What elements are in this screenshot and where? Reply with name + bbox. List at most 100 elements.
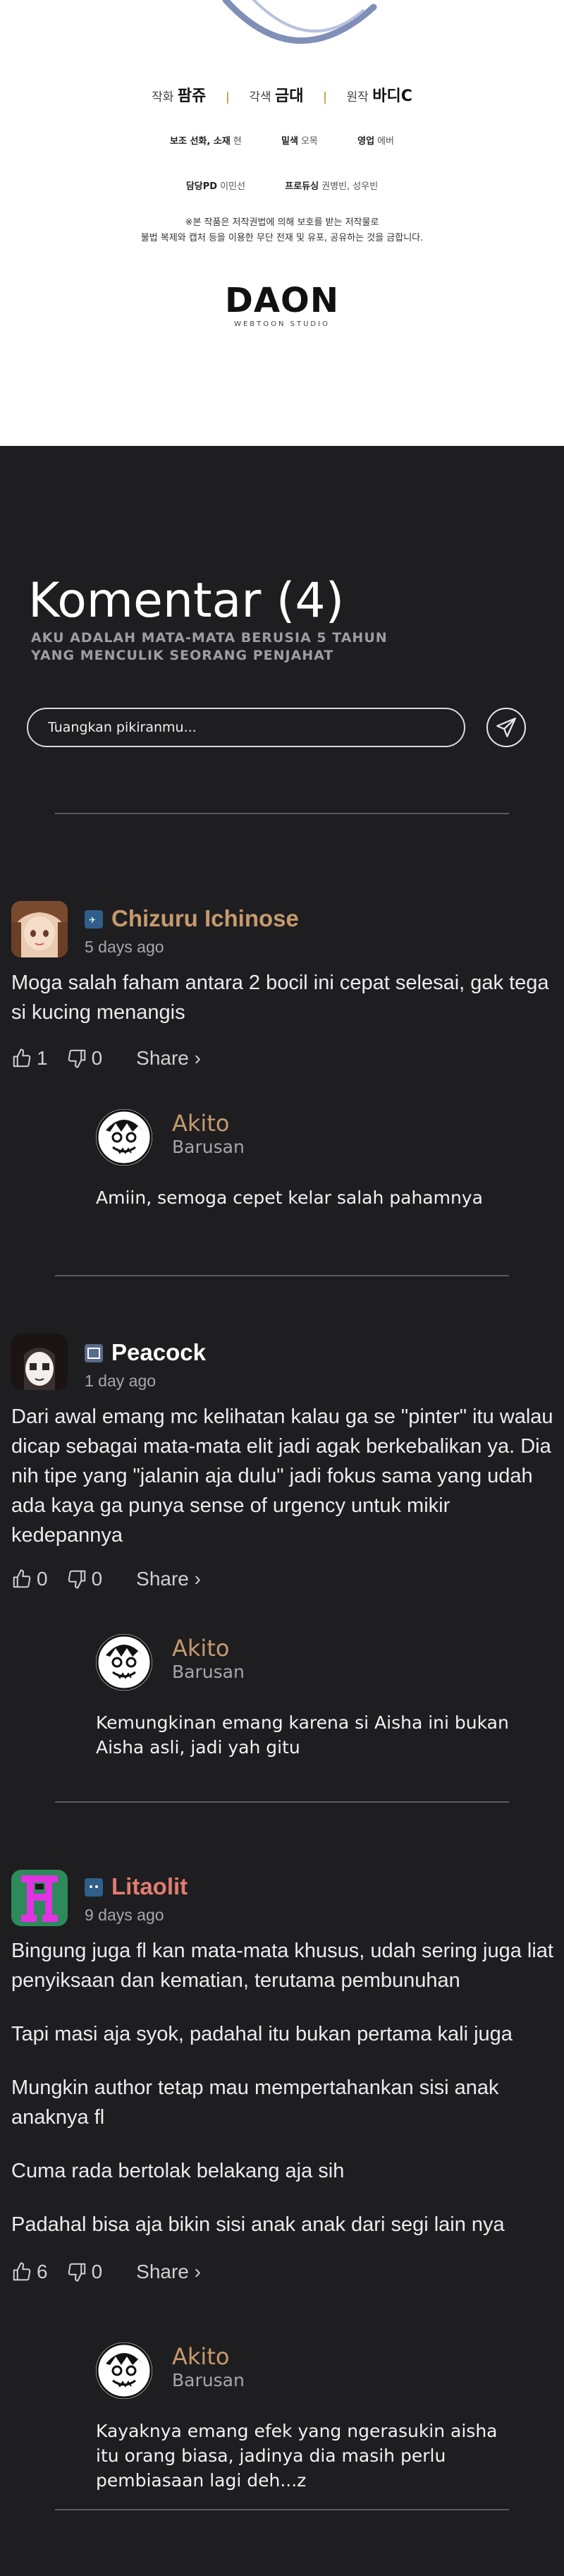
like-count: 6 (37, 2261, 48, 2282)
share-button[interactable]: Share › (136, 1047, 201, 1070)
copyright-notice: ※본 작품은 저작권법에 의해 보호를 받는 저작물로 불법 복제와 캡처 등을… (0, 215, 564, 246)
credits-sub-line-2: 담당PD 이민선 프로듀싱 권병빈, 성우빈 (0, 179, 564, 192)
comment-paragraph: Mungkin author tetap mau mempertahankan … (11, 2076, 499, 2129)
reply-username[interactable]: Akito (172, 2343, 229, 2370)
ink-role: 밑색 (281, 136, 298, 147)
original-name: 바디C (372, 87, 412, 105)
paper-plane-icon (496, 718, 516, 737)
adapt-name: 금대 (275, 87, 304, 105)
comment-paragraph: Tapi masi aja syok, padahal itu bukan pe… (11, 2023, 513, 2045)
like-button[interactable]: 1 (11, 1047, 48, 1070)
assist-role: 보조 선화, 소재 (170, 136, 231, 147)
sales-role: 영업 (357, 136, 375, 147)
comment-timestamp: 5 days ago (85, 938, 164, 956)
comment-username[interactable]: Litaolit (111, 1873, 188, 1900)
thumbs-down-icon (68, 1570, 85, 1589)
dislike-count: 0 (91, 1047, 103, 1069)
studio-logo: DAON WEBTOON STUDIO (0, 282, 564, 328)
comment-timestamp: 1 day ago (85, 1372, 157, 1390)
thumbs-up-icon (13, 2262, 31, 2281)
comment-username[interactable]: Chizuru Ichinose (111, 905, 299, 932)
like-button[interactable]: 0 (11, 1568, 48, 1590)
reply-avatar[interactable] (96, 1634, 152, 1691)
share-button[interactable]: Share › (136, 1568, 201, 1590)
thumbs-up-icon (13, 1569, 31, 1588)
credits-sub-line-1: 보조 선화, 소재 현 밑색 오목 영업 에버 (0, 133, 564, 147)
comment-paragraph: Cuma rada bertolak belakang aja sih (11, 2160, 345, 2182)
comment-paragraph: Bingung juga fl kan mata-mata khusus, ud… (11, 1940, 553, 1992)
reply-avatar[interactable] (96, 1109, 152, 1166)
reply-timestamp: Barusan (172, 2370, 245, 2390)
notice-line-1: ※본 작품은 저작권법에 의해 보호를 받는 저작물로 (185, 217, 379, 228)
adapt-role: 각색 (249, 90, 271, 104)
reply-text: Kemungkinan emang karena si Aisha ini bu… (96, 1712, 509, 1758)
anime-girl-avatar-icon (11, 901, 68, 957)
like-button[interactable]: 6 (11, 2261, 48, 2283)
avatar[interactable] (11, 901, 68, 957)
send-comment-button[interactable] (486, 708, 526, 747)
reply-avatar[interactable] (96, 2342, 152, 2399)
divider (55, 1801, 509, 1803)
like-count: 1 (37, 1047, 48, 1069)
masked-face-avatar-icon (96, 1634, 152, 1691)
svg-text:✈: ✈ (89, 915, 96, 925)
comment-username[interactable]: Peacock (111, 1339, 206, 1366)
pixel-art-avatar-icon (11, 1870, 68, 1926)
comment-actions: 0 0 Share › (11, 1565, 201, 1593)
producing-name: 권병빈, 성우빈 (321, 181, 379, 192)
reply-username[interactable]: Akito (172, 1110, 229, 1137)
sales-name: 에버 (377, 136, 394, 147)
studio-logo-subtitle: WEBTOON STUDIO (234, 320, 330, 328)
dislike-count: 0 (91, 2261, 103, 2282)
flag-icon: ✈ (85, 910, 103, 929)
reply-text: Amiin, semoga cepet kelar salah pahamnya (96, 1187, 483, 1208)
pd-name: 이민선 (220, 181, 245, 192)
notice-line-2: 불법 복제와 캡처 등을 이용한 무단 전재 및 유포, 공유하는 것을 금합니… (140, 233, 424, 243)
dislike-button[interactable]: 0 (66, 1047, 103, 1070)
share-button[interactable]: Share › (136, 2261, 201, 2283)
flag-icon (85, 1344, 103, 1362)
comment-text: Moga salah faham antara 2 bocil ini cepa… (11, 968, 554, 1027)
comment-paragraph: Padahal bisa aja bikin sisi anak anak da… (11, 2213, 505, 2236)
comments-title: Komentar (4) (28, 573, 345, 629)
comment-actions: 1 0 Share › (11, 1044, 201, 1072)
pd-role: 담당PD (185, 181, 218, 192)
dislike-button[interactable]: 0 (66, 1568, 103, 1590)
ink-name: 오목 (300, 136, 318, 147)
reply-timestamp: Barusan (172, 1137, 245, 1157)
dislike-count: 0 (91, 1568, 103, 1590)
like-count: 0 (37, 1568, 48, 1590)
avatar[interactable] (11, 1334, 68, 1390)
comments-series-subtitle: AKU ADALAH MATA-MATA BERUSIA 5 TAHUN YAN… (31, 630, 388, 663)
reply-text: Kayaknya emang efek yang ngerasukin aish… (96, 2421, 498, 2491)
comment-paragraph: Dari awal emang mc kelihatan kalau ga se… (11, 1405, 553, 1547)
decorative-swoosh (222, 0, 377, 44)
original-role: 원작 (346, 90, 369, 104)
reply-timestamp: Barusan (172, 1662, 245, 1682)
comment-text: Bingung juga fl kan mata-mata khusus, ud… (11, 1936, 554, 2239)
comment-timestamp: 9 days ago (85, 1906, 164, 1924)
thumbs-up-icon (13, 1048, 31, 1068)
comment-actions: 6 0 Share › (11, 2258, 201, 2286)
thumbs-down-icon (68, 1049, 85, 1068)
divider (55, 2509, 509, 2510)
masked-face-avatar-icon (96, 1109, 152, 1166)
studio-logo-text: DAON (225, 281, 339, 320)
credits-main-line: 작화 팜쥬 | 각색 금대 | 원작 바디C (152, 87, 412, 105)
avatar[interactable] (11, 1870, 68, 1926)
comment-paragraph: Moga salah faham antara 2 bocil ini cepa… (11, 972, 549, 1024)
divider (55, 813, 509, 814)
thumbs-down-icon (68, 2263, 85, 2282)
reply-username[interactable]: Akito (172, 1635, 229, 1662)
comment-input[interactable] (27, 708, 465, 747)
dark-hair-character-avatar-icon (11, 1334, 68, 1390)
comment-text: Dari awal emang mc kelihatan kalau ga se… (11, 1402, 554, 1550)
dislike-button[interactable]: 0 (66, 2261, 103, 2283)
writer-name: 팜쥬 (177, 87, 207, 105)
credits-panel: 작화 팜쥬 | 각색 금대 | 원작 바디C 보조 선화, 소재 현 밑색 오목 영… (0, 0, 564, 446)
writer-role: 작화 (152, 90, 174, 104)
divider (55, 1275, 509, 1276)
producing-role: 프로듀싱 (285, 181, 319, 192)
flag-icon (85, 1878, 103, 1897)
assist-name: 현 (233, 136, 242, 147)
